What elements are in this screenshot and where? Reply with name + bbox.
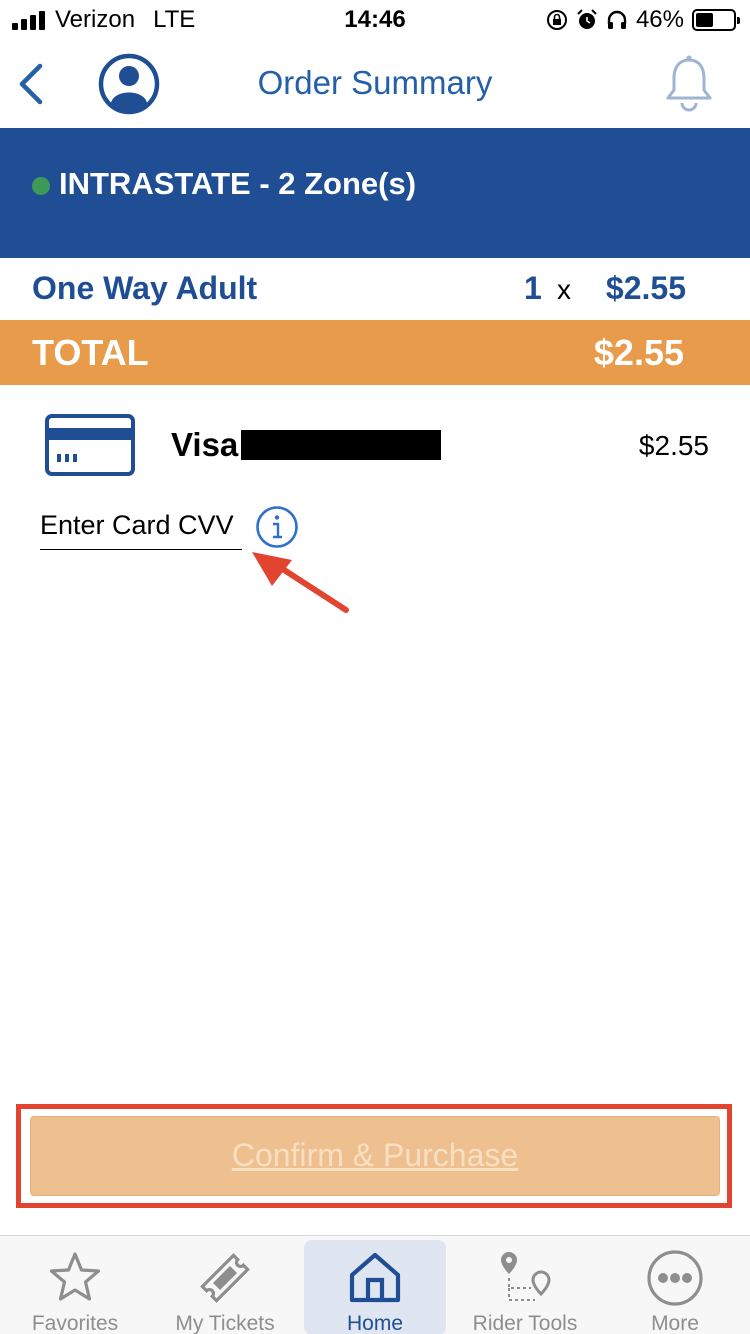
- status-bar: Verizon LTE 14:46 46%: [0, 0, 750, 40]
- status-right: 46%: [546, 6, 740, 34]
- battery-icon: [692, 9, 740, 31]
- confirm-purchase-button[interactable]: Confirm & Purchase: [30, 1116, 720, 1196]
- tab-label-rider-tools: Rider Tools: [472, 1312, 578, 1334]
- tab-label-home: Home: [346, 1312, 404, 1334]
- total-bar: TOTAL $2.55: [0, 320, 750, 385]
- cvv-input[interactable]: Enter Card CVV: [40, 508, 242, 550]
- info-icon[interactable]: [255, 505, 299, 549]
- tab-bar: Favorites My Tickets Home Rider Tools Mo…: [0, 1235, 750, 1334]
- fare-price: $2.55: [605, 270, 686, 306]
- battery-fill: [696, 13, 713, 27]
- quantity-multiplier: x: [557, 274, 571, 305]
- tab-label-my-tickets: My Tickets: [175, 1312, 275, 1334]
- total-value: $2.55: [593, 332, 684, 373]
- fare-quantity: 1: [524, 270, 542, 306]
- headphones-icon: [607, 10, 627, 29]
- page-title: Order Summary: [257, 64, 493, 101]
- redacted-card-number: [241, 430, 441, 460]
- tab-label-favorites: Favorites: [31, 1312, 119, 1334]
- tab-home[interactable]: Home: [304, 1240, 446, 1334]
- alarm-icon: [577, 9, 597, 29]
- nav-bar: Order Summary: [0, 40, 750, 128]
- zone-banner: INTRASTATE - 2 Zone(s): [0, 128, 750, 258]
- route-pin-icon: [501, 1252, 551, 1301]
- battery-percent: 46%: [635, 6, 684, 33]
- tab-label-more: More: [651, 1312, 699, 1334]
- zone-title: INTRASTATE - 2 Zone(s): [59, 166, 417, 201]
- ticket-icon: [200, 1253, 250, 1303]
- more-dots-icon: [647, 1250, 703, 1306]
- card-brand: Visa: [171, 426, 239, 463]
- total-label: TOTAL: [32, 332, 149, 373]
- credit-card-icon: [45, 414, 135, 476]
- tab-favorites[interactable]: Favorites: [0, 1240, 150, 1334]
- star-icon: [49, 1252, 101, 1301]
- bell-icon[interactable]: [662, 54, 716, 114]
- home-icon: [349, 1252, 401, 1303]
- line-item: One Way Adult 1 x $2.55: [0, 258, 750, 320]
- zone-status-dot: [32, 177, 50, 195]
- cvv-placeholder: Enter Card CVV: [40, 510, 234, 540]
- tab-more[interactable]: More: [600, 1240, 750, 1334]
- annotation-arrow: [252, 552, 349, 613]
- card-charge-amount: $2.55: [638, 430, 709, 461]
- rotation-lock-icon: [546, 10, 567, 30]
- tab-rider-tools[interactable]: Rider Tools: [450, 1240, 600, 1334]
- confirm-purchase-label: Confirm & Purchase: [231, 1137, 519, 1173]
- fare-name: One Way Adult: [32, 270, 258, 306]
- tab-my-tickets[interactable]: My Tickets: [150, 1240, 300, 1334]
